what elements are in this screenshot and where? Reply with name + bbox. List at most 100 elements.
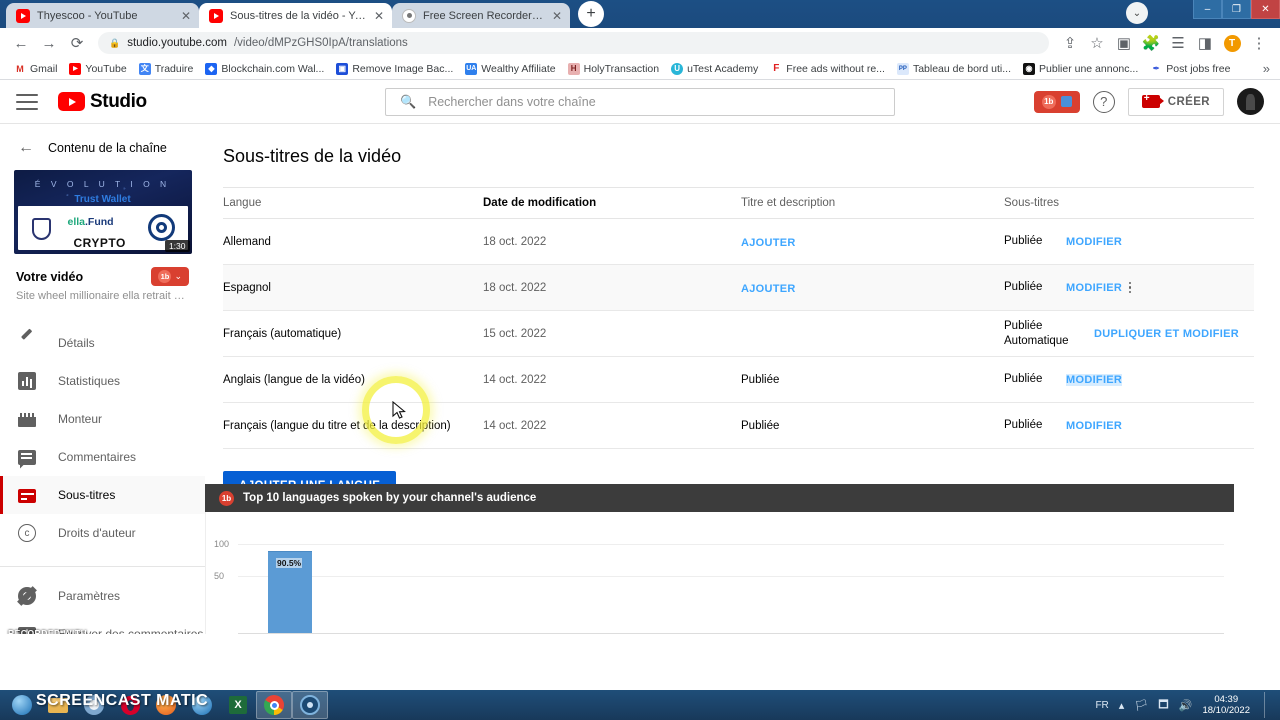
excel-icon: X	[229, 696, 247, 714]
chart-title: Top 10 languages spoken by your channel'…	[243, 492, 537, 504]
bookmark-item[interactable]: UuTest Academy	[665, 62, 764, 75]
sidebar-item-details[interactable]: Détails	[0, 324, 205, 362]
bookmark-item[interactable]: M Gmail	[8, 62, 63, 75]
bookmark-label: Publier une annonc...	[1039, 62, 1139, 75]
bookmark-item[interactable]: ▣ Remove Image Bac...	[330, 62, 459, 75]
minimize-button[interactable]: –	[1193, 0, 1222, 19]
bookmark-label: Free ads without re...	[786, 62, 885, 75]
taskbar-firefox[interactable]	[148, 691, 184, 719]
chevron-up-icon[interactable]: ▴	[1119, 699, 1125, 712]
show-desktop-button[interactable]	[1264, 692, 1270, 718]
browser-menu-icon[interactable]: ⋮	[1246, 30, 1272, 56]
action-center-icon[interactable]: 🗖	[1158, 696, 1168, 715]
video-thumbnail[interactable]: É V O L U T I O N Trust Wallet ella.Fund…	[13, 170, 192, 254]
table-row[interactable]: Français (automatique) 15 oct. 2022 Publ…	[223, 311, 1254, 357]
coin-square-icon	[1060, 96, 1072, 107]
avatar[interactable]: T	[1219, 30, 1245, 56]
bookmark-label: Post jobs free	[1166, 62, 1231, 75]
page-title: Sous-titres de la vidéo	[223, 146, 402, 166]
bookmark-item[interactable]: UA Wealthy Affiliate	[459, 62, 561, 75]
chevron-down-icon[interactable]: ⌄	[1126, 2, 1148, 24]
more-options-icon[interactable]	[1122, 281, 1138, 294]
bookmark-item[interactable]: PP Tableau de bord uti...	[891, 62, 1017, 75]
address-bar[interactable]: 🔒 studio.youtube.com/video/dMPzGHS0IpA/t…	[98, 32, 1049, 54]
forward-icon[interactable]: →	[36, 30, 62, 56]
screenshot-icon[interactable]: ▣	[1111, 30, 1137, 56]
close-window-button[interactable]: ✕	[1251, 0, 1280, 19]
search-input[interactable]: 🔍 Rechercher dans votre chaîne	[385, 87, 895, 116]
bookmark-label: uTest Academy	[687, 62, 759, 75]
browser-tab-2[interactable]: Sous-titres de la vidéo - YouTube ✕	[199, 3, 392, 28]
duplicate-edit-link[interactable]: DUPLIQUER ET MODIFIER	[1094, 328, 1239, 340]
taskbar-file-explorer[interactable]	[40, 691, 76, 719]
edit-link[interactable]: MODIFIER	[1066, 236, 1122, 248]
sidebar-item-statistics[interactable]: Statistiques	[0, 362, 205, 400]
video-coin-badge[interactable]: 1b ⌄	[151, 267, 189, 286]
thumbnail-crypto-text: CRYPTO	[73, 236, 126, 250]
taskbar-excel[interactable]: X	[220, 691, 256, 719]
maximize-button[interactable]: ❐	[1222, 0, 1251, 19]
clock[interactable]: 04:39 18/10/2022	[1202, 694, 1250, 717]
bookmark-star-icon[interactable]: ☆	[1084, 30, 1110, 56]
browser-tab-3[interactable]: Free Screen Recorder - No Accou ✕	[392, 3, 570, 28]
bookmarks-overflow-icon[interactable]: »	[1263, 61, 1272, 76]
create-button[interactable]: CRÉER	[1127, 87, 1224, 116]
studio-logo[interactable]: Studio	[58, 91, 147, 113]
edit-link[interactable]: MODIFIER	[1066, 420, 1122, 432]
browser-toolbar: ← → ⟳ 🔒 studio.youtube.com/video/dMPzGHS…	[0, 28, 1280, 58]
cell-title-desc: Publiée	[741, 419, 780, 432]
new-tab-button[interactable]: +	[578, 1, 604, 27]
toolbar-actions: ⇪ ☆ ▣ 🧩 ☰ ◨ T ⋮	[1057, 30, 1272, 56]
table-row[interactable]: Allemand 18 oct. 2022 AJOUTER Publiée MO…	[223, 219, 1254, 265]
start-button[interactable]	[4, 691, 40, 719]
taskbar-screencast-o-matic[interactable]	[76, 691, 112, 719]
x-axis	[238, 633, 1224, 634]
add-link[interactable]: AJOUTER	[741, 237, 796, 249]
chrome-icon	[264, 695, 284, 715]
taskbar-opera[interactable]	[112, 691, 148, 719]
share-icon[interactable]: ⇪	[1057, 30, 1083, 56]
bookmark-item[interactable]: ▶ YouTube	[63, 62, 132, 75]
sidebar-item-subtitles[interactable]: Sous-titres	[0, 476, 205, 514]
coin-badge[interactable]: 1b	[1033, 90, 1080, 113]
side-panel-icon[interactable]: ◨	[1192, 30, 1218, 56]
taskbar-edge[interactable]	[184, 691, 220, 719]
close-icon[interactable]: ✕	[552, 10, 562, 22]
table-header: Langue Date de modification Titre et des…	[223, 187, 1254, 219]
sidebar-item-editor[interactable]: Monteur	[0, 400, 205, 438]
sidebar-item-settings[interactable]: Paramètres	[0, 577, 205, 615]
bookmark-item[interactable]: F Free ads without re...	[764, 62, 891, 75]
cell-subtitles: Publiée Automatique DUPLIQUER ET MODIFIE…	[1004, 319, 1254, 348]
close-icon[interactable]: ✕	[374, 10, 384, 22]
back-icon[interactable]: ←	[8, 30, 34, 56]
bookmark-item[interactable]: ✒ Post jobs free	[1144, 62, 1236, 75]
help-icon[interactable]: ?	[1092, 90, 1115, 113]
sidebar-item-comments[interactable]: Commentaires	[0, 438, 205, 476]
back-to-channel-content[interactable]: ← Contenu de la chaîne	[0, 132, 205, 166]
chart-plot-area: 100 50 90.5%	[205, 512, 1234, 634]
y-tick-label: 50	[214, 571, 225, 581]
bookmark-item[interactable]: 文 Traduire	[133, 62, 200, 75]
network-icon[interactable]: 🏳	[1134, 699, 1148, 712]
table-row[interactable]: Espagnol 18 oct. 2022 AJOUTER Publiée MO…	[223, 265, 1254, 311]
windows-taskbar: X SCREENCAST MATIC FR ▴ 🏳 🗖 🔊 04:39 18/1…	[0, 690, 1280, 720]
add-link[interactable]: AJOUTER	[741, 283, 796, 295]
language-indicator[interactable]: FR	[1095, 700, 1108, 711]
reading-list-icon[interactable]: ☰	[1165, 30, 1191, 56]
edit-link[interactable]: MODIFIER	[1066, 373, 1123, 386]
reload-icon[interactable]: ⟳	[64, 30, 90, 56]
browser-tab-1[interactable]: Thyescoo - YouTube ✕	[6, 3, 199, 28]
sidebar-item-copyright[interactable]: c Droits d'auteur	[0, 514, 205, 552]
taskbar-recorder[interactable]	[292, 691, 328, 719]
close-icon[interactable]: ✕	[181, 10, 191, 22]
taskbar-chrome[interactable]	[256, 691, 292, 719]
extensions-puzzle-icon[interactable]: 🧩	[1138, 30, 1164, 56]
bookmark-item[interactable]: ◉ Publier une annonc...	[1017, 62, 1144, 75]
volume-icon[interactable]: 🔊	[1179, 699, 1193, 712]
avatar[interactable]	[1237, 88, 1264, 115]
hamburger-icon[interactable]	[16, 93, 38, 110]
edit-link[interactable]: MODIFIER	[1066, 282, 1122, 294]
bookmark-item[interactable]: H HolyTransaction	[562, 62, 665, 75]
cell-date: 18 oct. 2022	[483, 281, 547, 294]
bookmark-item[interactable]: ◆ Blockchain.com Wal...	[199, 62, 330, 75]
